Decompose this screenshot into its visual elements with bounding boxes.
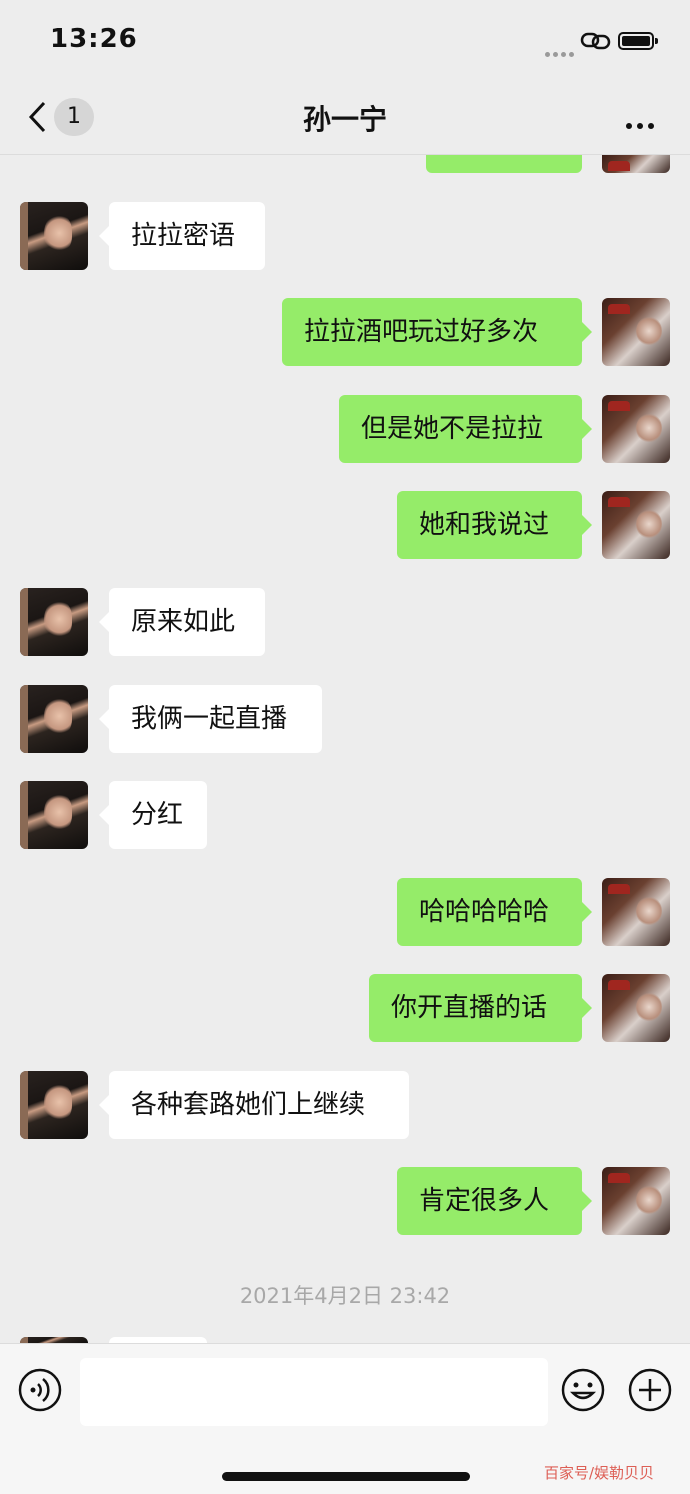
plus-icon[interactable] [628, 1368, 672, 1412]
status-bar: 13:26 [0, 0, 690, 80]
chat-title: 孙一宁 [302, 103, 387, 136]
voice-icon[interactable] [18, 1368, 62, 1412]
my-avatar[interactable] [602, 878, 670, 946]
message-bubble-out[interactable]: 肯定很多人 [397, 1167, 592, 1235]
message-bubble-out[interactable]: 你开直播的话 [369, 974, 592, 1042]
my-avatar[interactable] [602, 155, 670, 173]
message-bubble-in[interactable]: 原来如此 [99, 588, 265, 656]
partial-message-bubble [426, 155, 582, 173]
input-bar: 百家号/娱勒贝贝 [0, 1343, 690, 1494]
more-icon[interactable] [626, 114, 659, 133]
message-bubble-out[interactable]: 她和我说过 [397, 491, 592, 559]
home-indicator[interactable] [222, 1472, 470, 1481]
emoji-icon[interactable] [561, 1368, 605, 1412]
message-bubble-out[interactable]: 拉拉酒吧玩过好多次 [282, 298, 592, 366]
my-avatar[interactable] [602, 974, 670, 1042]
my-avatar[interactable] [602, 298, 670, 366]
nav-bar: 1 孙一宁 [0, 80, 690, 155]
status-time: 13:26 [50, 24, 138, 54]
my-avatar[interactable] [602, 395, 670, 463]
message-bubble-in[interactable]: 分红 [99, 781, 207, 849]
watermark: 百家号/娱勒贝贝 [544, 1464, 655, 1482]
message-bubble-out[interactable]: 哈哈哈哈哈 [397, 878, 592, 946]
contact-avatar[interactable] [20, 781, 88, 849]
contact-avatar[interactable] [20, 588, 88, 656]
link-icon [580, 32, 611, 50]
battery-icon [618, 32, 658, 50]
contact-avatar[interactable] [20, 202, 88, 270]
message-bubble-in[interactable]: 拉拉密语 [99, 202, 265, 270]
contact-avatar[interactable] [20, 685, 88, 753]
signal-icon [545, 42, 577, 61]
message-input[interactable] [80, 1358, 548, 1426]
my-avatar[interactable] [602, 1167, 670, 1235]
message-bubble-in[interactable]: 我俩一起直播 [99, 685, 322, 753]
message-bubble-in[interactable]: 各种套路她们上继续 [99, 1071, 409, 1139]
my-avatar[interactable] [602, 491, 670, 559]
message-bubble-out[interactable]: 但是她不是拉拉 [339, 395, 592, 463]
message-timestamp: 2021年4月2日 23:42 [239, 1284, 451, 1308]
contact-avatar[interactable] [20, 1071, 88, 1139]
